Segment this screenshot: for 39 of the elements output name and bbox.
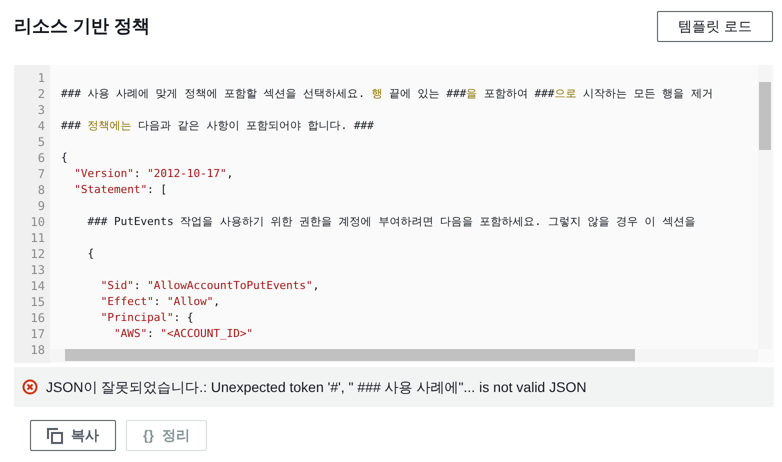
line-number: 4 — [38, 119, 45, 133]
line-number: 17 — [30, 327, 45, 341]
line-number: 6 — [38, 151, 45, 165]
vertical-scrollbar[interactable] — [758, 65, 772, 349]
code-line: "Statement": [ — [73, 183, 167, 196]
code-line: ### 정책에는 다음과 같은 사항이 포함되어야 합니다. ### — [61, 119, 374, 132]
code-line: ### PutEvents 작업을 사용하기 위한 권한을 계정에 부여하려면 다음을 포함하세요. 그렇지 않을 경우 이 섹션을 — [86, 215, 696, 228]
code-line: "Version": "2012-10-17", — [73, 167, 234, 180]
line-number: 11 — [30, 231, 45, 245]
code-line: "AWS": "<ACCOUNT_ID>" — [112, 327, 254, 340]
error-message: JSON이 잘못되었습니다.: Unexpected token '#', " ### 사용 사례에"... is not valid JSON — [46, 378, 586, 397]
line-number: 10 — [30, 215, 45, 229]
line-number: 13 — [30, 263, 45, 277]
code-editor[interactable] — [14, 65, 774, 363]
line-number: 1 — [38, 71, 45, 85]
line-number: 9 — [38, 199, 45, 213]
line-number: 15 — [30, 295, 45, 309]
code-line: "Effect": "Allow", — [100, 295, 220, 308]
line-number: 14 — [30, 279, 45, 293]
line-number: 16 — [30, 311, 45, 325]
section-title: 리소스 기반 정책 — [14, 14, 150, 38]
line-number: 7 — [38, 167, 45, 181]
copy-button[interactable]: 복사 — [30, 420, 116, 451]
braces-icon: {} — [143, 425, 154, 446]
copy-icon — [47, 428, 63, 444]
line-number: 2 — [38, 87, 45, 101]
code-line: "Sid": "AllowAccountToPutEvents", — [100, 279, 320, 292]
line-number: 12 — [30, 247, 45, 261]
code-line: ### 사용 사례에 맞게 정책에 포함할 섹션을 선택하세요. 행 끝에 있는 ###을 포함하여 ###으로 시작하는 모든 행을 제거 — [61, 87, 713, 100]
code-line: { — [86, 247, 94, 260]
load-template-button[interactable]: 템플릿 로드 — [657, 10, 773, 42]
line-number: 3 — [38, 103, 45, 117]
code-line: { — [61, 151, 68, 164]
error-icon — [22, 379, 38, 395]
horizontal-scrollbar[interactable] — [50, 349, 758, 362]
line-number: 8 — [38, 183, 45, 197]
line-number: 18 — [30, 343, 45, 357]
code-line: "Principal": { — [100, 311, 194, 324]
line-number: 5 — [38, 135, 45, 149]
